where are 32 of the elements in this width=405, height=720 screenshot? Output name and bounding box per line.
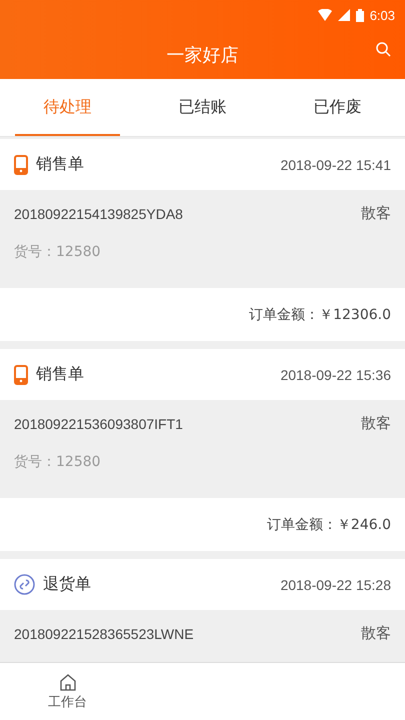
customer-name: 散客 bbox=[361, 414, 391, 433]
order-number: 20180922154139825YDA8 bbox=[14, 206, 183, 222]
signal-icon bbox=[338, 9, 350, 21]
status-time: 6:03 bbox=[370, 8, 395, 22]
order-card[interactable]: 退货单 2018-09-22 15:28 201809221528365523LWNE 散客 bbox=[0, 559, 405, 662]
item-number: 货号：12580 bbox=[14, 243, 101, 261]
order-card[interactable]: 销售单 2018-09-22 15:36 201809221536093807IFT1 散客 货号：12580 订单金额：￥246.0 bbox=[0, 349, 405, 551]
battery-icon bbox=[356, 8, 364, 22]
order-time: 2018-09-22 15:28 bbox=[280, 576, 391, 592]
phone-icon bbox=[14, 364, 28, 384]
item-number: 货号：12580 bbox=[14, 453, 101, 471]
search-button[interactable] bbox=[376, 42, 391, 57]
phone-icon bbox=[14, 154, 28, 174]
order-type: 销售单 bbox=[36, 364, 85, 385]
order-amount: 订单金额：￥246.0 bbox=[266, 516, 391, 534]
order-number: 201809221528365523LWNE bbox=[14, 626, 194, 642]
order-amount: 订单金额：￥12306.0 bbox=[249, 306, 391, 324]
order-time: 2018-09-22 15:41 bbox=[280, 156, 391, 172]
order-type: 销售单 bbox=[36, 154, 85, 175]
home-icon bbox=[58, 672, 76, 690]
order-card[interactable]: 销售单 2018-09-22 15:41 20180922154139825YDA8 散客 货号：12580 订单金额：￥12306.0 bbox=[0, 139, 405, 341]
tab[interactable]: 已结账 bbox=[135, 79, 270, 136]
link-icon bbox=[14, 574, 35, 595]
wifi-icon bbox=[318, 9, 332, 21]
order-number: 201809221536093807IFT1 bbox=[14, 416, 183, 432]
order-time: 2018-09-22 15:36 bbox=[280, 366, 391, 382]
order-type: 退货单 bbox=[43, 574, 92, 595]
customer-name: 散客 bbox=[361, 624, 391, 643]
tab[interactable]: 已作废 bbox=[270, 79, 405, 136]
app-title: 一家好店 bbox=[166, 44, 238, 66]
search-icon bbox=[376, 42, 391, 57]
customer-name: 散客 bbox=[361, 204, 391, 223]
